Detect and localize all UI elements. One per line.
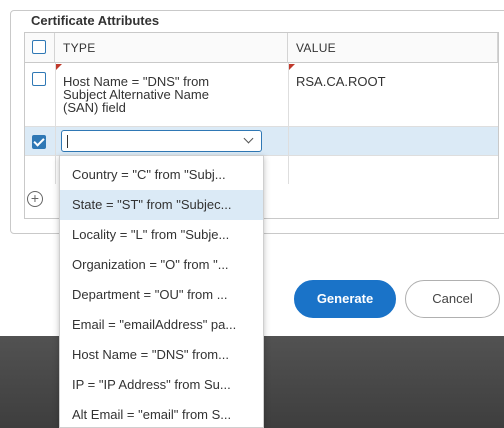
dropdown-option-highlighted[interactable]: State = "ST" from "Subjec... (60, 190, 263, 220)
generate-button[interactable]: Generate (294, 280, 396, 318)
value-cell: RSA.CA.ROOT (296, 74, 386, 89)
cancel-button[interactable]: Cancel (405, 280, 500, 318)
dropdown-option[interactable]: Department = "OU" from ... (60, 280, 263, 310)
type-cell-line: (SAN) field (63, 100, 126, 115)
dropdown-option[interactable]: Email = "emailAddress" pa... (60, 310, 263, 340)
dropdown-option[interactable]: Organization = "O" from "... (60, 250, 263, 280)
select-all-checkbox[interactable] (32, 40, 46, 54)
modified-marker-icon (56, 64, 62, 70)
dropdown-option[interactable]: Country = "C" from "Subj... (60, 160, 263, 190)
column-divider (288, 127, 289, 155)
plus-circle-icon[interactable]: + (27, 191, 43, 207)
header-select-cell (25, 33, 55, 63)
text-cursor (67, 135, 68, 148)
dropdown-option[interactable]: Locality = "L" from "Subje... (60, 220, 263, 250)
type-dropdown-list: Country = "C" from "Subj... State = "ST"… (59, 155, 264, 428)
section-legend: Certificate Attributes (25, 13, 166, 28)
dropdown-option[interactable]: Host Name = "DNS" from... (60, 340, 263, 370)
column-divider (55, 63, 56, 126)
row-checkbox[interactable] (32, 72, 46, 86)
chevron-down-icon[interactable] (243, 133, 254, 144)
column-header-value[interactable]: VALUE (288, 33, 498, 63)
column-header-type[interactable]: TYPE (55, 33, 288, 63)
type-select-input[interactable] (61, 130, 262, 152)
column-divider (288, 63, 289, 126)
table-row[interactable]: Host Name = "DNS" from Subject Alternati… (25, 63, 498, 127)
column-divider (55, 156, 56, 184)
row-checkbox-checked[interactable] (32, 135, 46, 149)
modified-marker-icon (289, 64, 295, 70)
dropdown-option[interactable]: IP = "IP Address" from Su... (60, 370, 263, 400)
column-divider (288, 156, 289, 184)
dropdown-option[interactable]: Alt Email = "email" from S... (60, 400, 263, 427)
column-divider (55, 127, 56, 155)
